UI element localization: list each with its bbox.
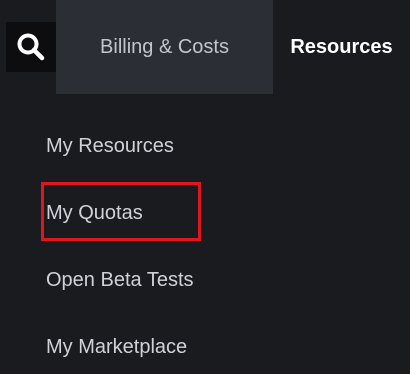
- menu-item-label: My Marketplace: [46, 336, 188, 358]
- tab-billing-costs-label: Billing & Costs: [100, 35, 229, 58]
- menu-item-open-beta-tests[interactable]: Open Beta Tests: [46, 268, 194, 292]
- tab-billing-costs[interactable]: Billing & Costs: [56, 0, 273, 94]
- menu-item-my-resources[interactable]: My Resources: [46, 134, 174, 158]
- highlight-box: [41, 182, 201, 241]
- navigation-panel: Billing & Costs Resources My Resources M…: [0, 0, 410, 374]
- search-button[interactable]: [6, 22, 56, 72]
- menu-item-label: Open Beta Tests: [46, 269, 194, 291]
- tab-resources-label: Resources: [290, 35, 393, 58]
- search-icon: [17, 33, 45, 61]
- menu-item-my-marketplace[interactable]: My Marketplace: [46, 335, 187, 359]
- top-navigation-bar: Billing & Costs Resources: [0, 0, 410, 94]
- menu-item-label: My Resources: [46, 135, 174, 157]
- tab-resources[interactable]: Resources: [273, 0, 410, 94]
